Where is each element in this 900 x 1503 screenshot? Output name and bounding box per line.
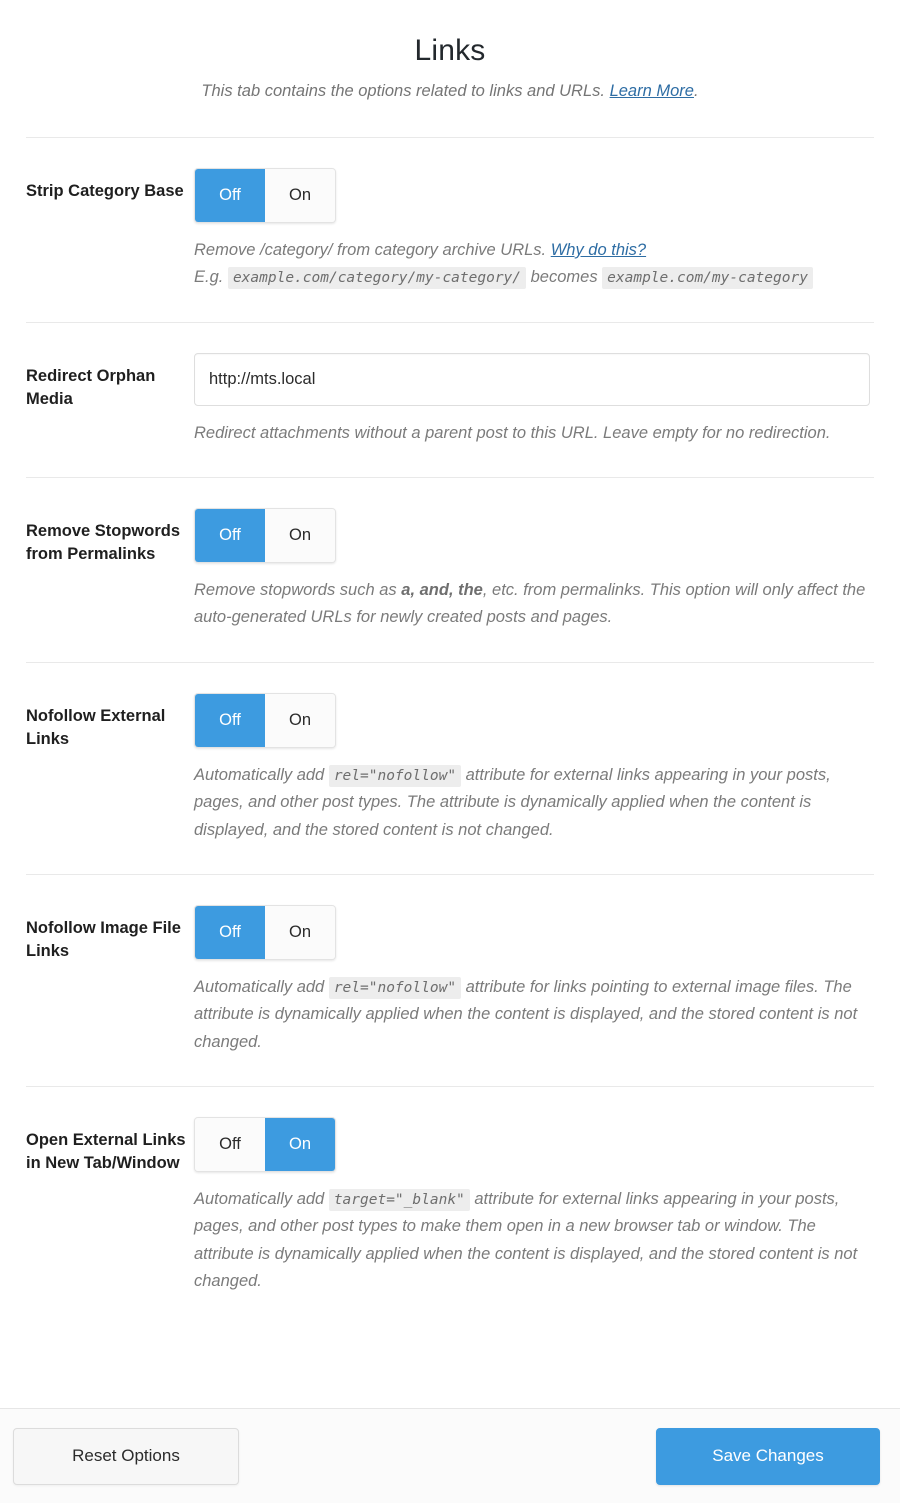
setting-row-open-external-links-new-tab: Open External Links in New Tab/Window Of…	[26, 1087, 874, 1326]
setting-description: Remove /category/ from category archive …	[194, 237, 870, 292]
setting-description: Remove stopwords such as a, and, the, et…	[194, 577, 870, 632]
description-eg-prefix: E.g.	[194, 268, 228, 287]
setting-description: Automatically add rel="nofollow" attribu…	[194, 974, 870, 1056]
setting-label: Redirect Orphan Media	[26, 366, 156, 409]
description-text: Remove /category/ from category archive …	[194, 240, 551, 259]
setting-description: Automatically add rel="nofollow" attribu…	[194, 762, 870, 844]
description-emphasis: a, and, the	[401, 581, 483, 600]
code-snippet-original-url: example.com/category/my-category/	[227, 267, 527, 290]
description-becomes: becomes	[526, 268, 603, 287]
toggle-nofollow-image-file-links[interactable]: Off On	[194, 904, 336, 960]
description-prefix: Remove stopwords such as	[194, 581, 402, 600]
why-do-this-link[interactable]: Why do this?	[551, 241, 646, 259]
setting-row-nofollow-image-file-links: Nofollow Image File Links Off On Automat…	[26, 875, 874, 1088]
setting-row-redirect-orphan-media: Redirect Orphan Media Redirect attachmen…	[26, 323, 874, 479]
code-snippet-target-blank: target="_blank"	[328, 1189, 470, 1212]
toggle-option-on[interactable]: On	[265, 509, 335, 563]
setting-control: Off On Remove stopwords such as a, and, …	[194, 508, 874, 632]
setting-row-strip-category-base: Strip Category Base Off On Remove /categ…	[26, 138, 874, 323]
footer-bar: Reset Options Save Changes	[0, 1408, 900, 1503]
setting-label: Nofollow Image File Links	[26, 918, 181, 961]
code-snippet-new-url: example.com/my-category	[602, 267, 813, 290]
toggle-option-on[interactable]: On	[265, 1118, 335, 1172]
toggle-option-on[interactable]: On	[265, 693, 335, 747]
toggle-option-on[interactable]: On	[265, 905, 335, 959]
toggle-option-off[interactable]: Off	[195, 1118, 265, 1172]
code-snippet-rel-nofollow: rel="nofollow"	[328, 976, 462, 999]
setting-control: Off On Automatically add rel="nofollow" …	[194, 904, 874, 1056]
redirect-orphan-media-input[interactable]	[194, 352, 870, 406]
page-header: Links This tab contains the options rela…	[0, 0, 900, 104]
toggle-nofollow-external-links[interactable]: Off On	[194, 692, 336, 748]
toggle-remove-stopwords[interactable]: Off On	[194, 508, 336, 564]
settings-list: Strip Category Base Off On Remove /categ…	[0, 138, 900, 1326]
setting-row-nofollow-external-links: Nofollow External Links Off On Automatic…	[26, 663, 874, 875]
description-prefix: Automatically add	[194, 977, 329, 996]
code-snippet-rel-nofollow: rel="nofollow"	[328, 764, 462, 787]
setting-label: Strip Category Base	[26, 181, 184, 200]
toggle-option-on[interactable]: On	[265, 168, 335, 222]
page-subtitle-text: This tab contains the options related to…	[201, 82, 610, 100]
learn-more-link[interactable]: Learn More	[610, 82, 694, 100]
toggle-option-off[interactable]: Off	[195, 905, 265, 959]
toggle-open-external-links-new-tab[interactable]: Off On	[194, 1117, 336, 1173]
setting-description: Automatically add target="_blank" attrib…	[194, 1186, 870, 1296]
setting-label: Open External Links in New Tab/Window	[26, 1131, 186, 1173]
page-subtitle-suffix: .	[693, 82, 699, 100]
description-prefix: Automatically add	[194, 765, 329, 784]
toggle-option-off[interactable]: Off	[195, 509, 265, 563]
reset-options-button[interactable]: Reset Options	[13, 1427, 239, 1485]
save-changes-button[interactable]: Save Changes	[656, 1427, 880, 1485]
setting-description: Redirect attachments without a parent po…	[194, 423, 831, 442]
setting-control: Redirect attachments without a parent po…	[194, 352, 874, 447]
toggle-strip-category-base[interactable]: Off On	[194, 167, 336, 223]
setting-control: Off On Remove /category/ from category a…	[194, 167, 874, 292]
setting-control: Off On Automatically add target="_blank"…	[194, 1117, 874, 1296]
toggle-option-off[interactable]: Off	[195, 168, 265, 222]
page-title: Links	[414, 34, 486, 67]
setting-control: Off On Automatically add rel="nofollow" …	[194, 692, 874, 844]
setting-label: Remove Stopwords from Permalinks	[26, 522, 181, 564]
setting-label: Nofollow External Links	[26, 706, 166, 749]
setting-row-remove-stopwords: Remove Stopwords from Permalinks Off On …	[26, 478, 874, 663]
description-prefix: Automatically add	[194, 1190, 329, 1209]
page-subtitle: This tab contains the options related to…	[26, 80, 874, 104]
toggle-option-off[interactable]: Off	[195, 693, 265, 747]
